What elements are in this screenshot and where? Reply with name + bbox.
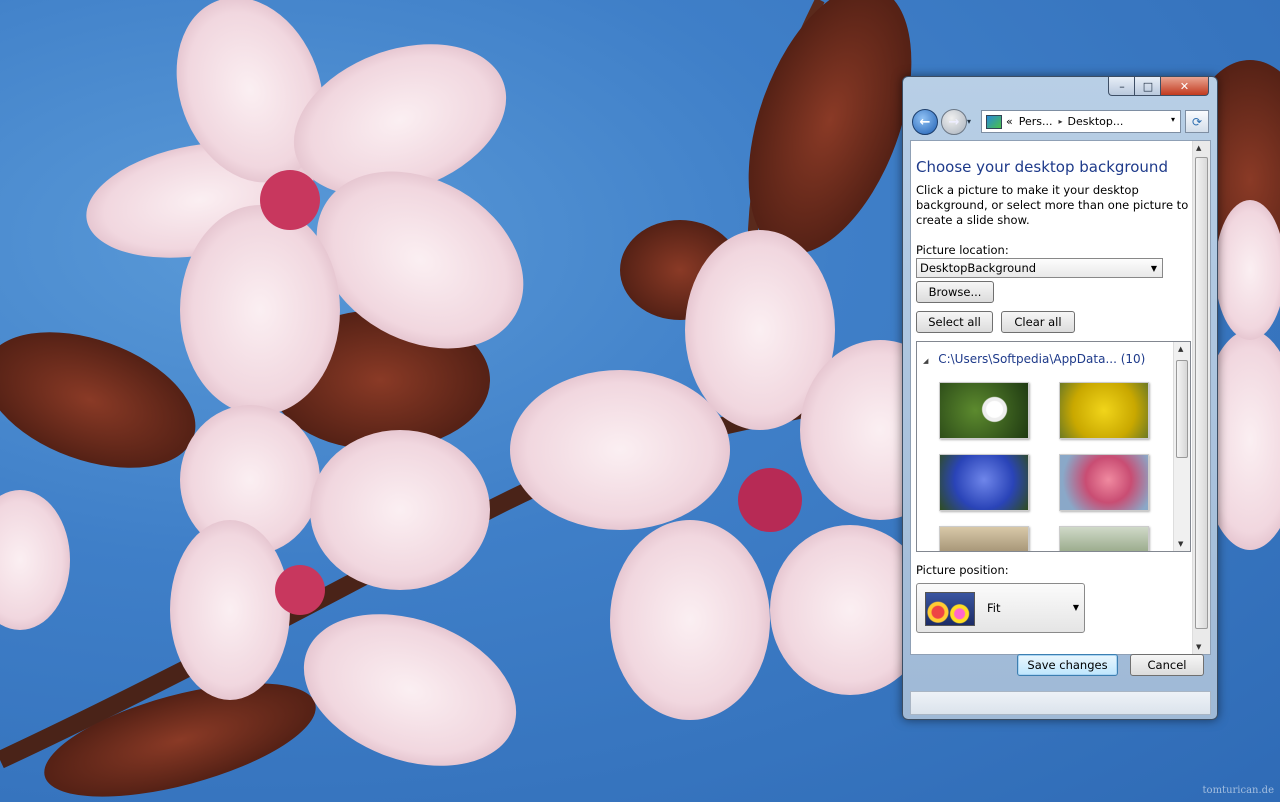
scroll-down-icon[interactable]: ▼ <box>1196 643 1201 651</box>
dropdown-arrow-icon: ▼ <box>1072 603 1079 612</box>
dropdown-arrow-icon: ▼ <box>1150 264 1157 273</box>
select-all-button[interactable]: Select all <box>916 311 993 333</box>
address-bar[interactable]: « Pers... ▸ Desktop... ▾ <box>981 110 1181 133</box>
thumbnail-pink-blossoms[interactable] <box>1059 454 1149 511</box>
thumbnail-blue-flowers[interactable] <box>939 454 1029 511</box>
breadcrumb-personalization[interactable]: Pers... <box>1019 115 1053 128</box>
forward-button[interactable]: → <box>941 109 967 135</box>
picture-location-value: DesktopBackground <box>920 261 1037 275</box>
picture-location-label: Picture location: <box>916 243 1009 257</box>
picture-gallery: ◢ C:\Users\Softpedia\AppData... (10) ▲ ▼ <box>916 341 1191 552</box>
thumbnail-yellow-forsythia[interactable] <box>1059 382 1149 439</box>
maximize-button[interactable]: □ <box>1134 77 1162 96</box>
thumbnail-white-blossoms[interactable] <box>939 382 1029 439</box>
close-button[interactable]: ✕ <box>1160 77 1209 96</box>
gallery-scroll-thumb[interactable] <box>1176 360 1188 458</box>
thumbnail-bee-flower[interactable] <box>939 526 1029 551</box>
personalization-window: – □ ✕ ← → ▾ « Pers... ▸ Desktop... ▾ ⟳ ▲… <box>902 76 1218 720</box>
picture-position-value: Fit <box>987 601 1001 615</box>
page-title: Choose your desktop background <box>916 158 1168 176</box>
picture-position-label: Picture position: <box>916 563 1009 577</box>
collapse-triangle-icon[interactable]: ◢ <box>923 357 928 365</box>
address-dropdown-icon[interactable]: ▾ <box>1171 115 1175 124</box>
minimize-button[interactable]: – <box>1108 77 1136 96</box>
refresh-button[interactable]: ⟳ <box>1185 110 1209 133</box>
gallery-group-header[interactable]: ◢ C:\Users\Softpedia\AppData... (10) <box>923 352 1145 366</box>
gallery-scroll-down-icon[interactable]: ▼ <box>1178 540 1183 548</box>
content-scrollbar[interactable]: ▲ ▼ <box>1192 141 1210 654</box>
desktop-watermark: tomturican.de <box>1202 785 1274 796</box>
title-bar[interactable]: – □ ✕ <box>903 77 1217 101</box>
recent-pages-dropdown-icon[interactable]: ▾ <box>967 117 971 126</box>
clear-all-button[interactable]: Clear all <box>1001 311 1075 333</box>
thumbnail-green-plant[interactable] <box>1059 526 1149 551</box>
content-pane: ▲ ▼ Choose your desktop background Click… <box>910 140 1211 655</box>
picture-location-select[interactable]: DesktopBackground ▼ <box>916 258 1163 278</box>
content-scroll-thumb[interactable] <box>1195 157 1208 629</box>
address-overflow[interactable]: « <box>1006 115 1013 128</box>
gallery-scroll-up-icon[interactable]: ▲ <box>1178 345 1183 353</box>
gallery-folder-path: C:\Users\Softpedia\AppData... (10) <box>938 352 1146 366</box>
save-changes-button[interactable]: Save changes <box>1017 654 1118 676</box>
position-preview-image <box>925 592 975 626</box>
breadcrumb-desktop-background[interactable]: Desktop... <box>1068 115 1124 128</box>
control-panel-icon <box>986 114 1002 129</box>
picture-position-select[interactable]: Fit ▼ <box>916 583 1085 633</box>
status-bar <box>910 691 1211 715</box>
scroll-up-icon[interactable]: ▲ <box>1196 144 1201 152</box>
navigation-bar: ← → ▾ « Pers... ▸ Desktop... ▾ ⟳ <box>909 107 1211 135</box>
chevron-right-icon[interactable]: ▸ <box>1059 117 1063 126</box>
gallery-scrollbar[interactable]: ▲ ▼ <box>1173 342 1190 551</box>
back-button[interactable]: ← <box>912 109 938 135</box>
cancel-button[interactable]: Cancel <box>1130 654 1204 676</box>
page-description: Click a picture to make it your desktop … <box>916 183 1189 227</box>
browse-button[interactable]: Browse... <box>916 281 994 303</box>
